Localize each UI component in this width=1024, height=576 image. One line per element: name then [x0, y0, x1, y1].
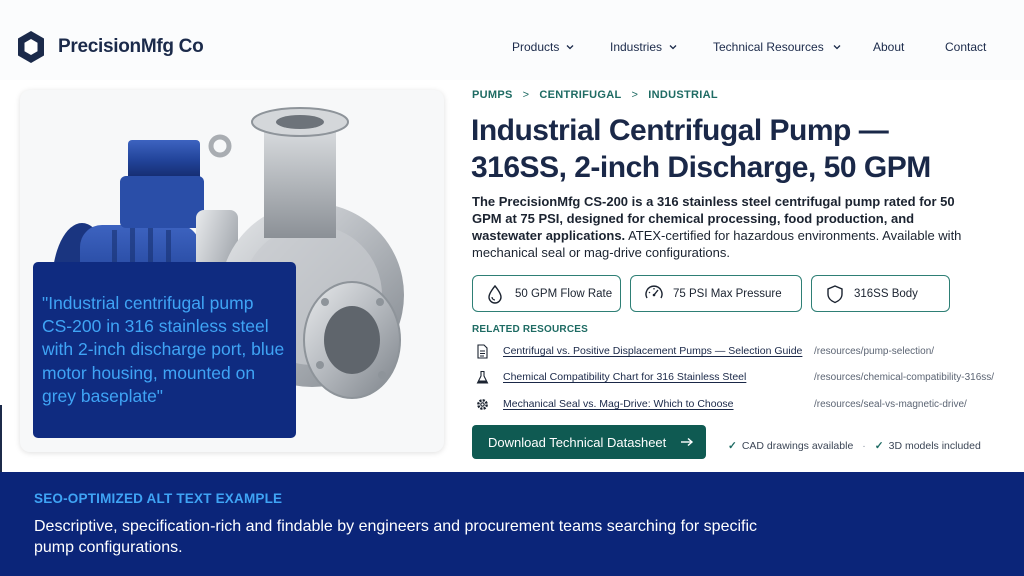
availability-separator: ·	[862, 440, 866, 452]
breadcrumb-separator: >	[631, 89, 639, 101]
resource-link-chemical-compatibility[interactable]: Chemical Compatibility Chart for 316 Sta…	[503, 371, 746, 383]
main-nav: Products Industries Technical Resources …	[0, 40, 1024, 56]
availability-3d: 3D models included	[888, 440, 981, 452]
resource-link-seal-vs-mag-drive[interactable]: Mechanical Seal vs. Mag-Drive: Which to …	[503, 398, 734, 410]
nav-technical-resources-label: Technical Resources	[713, 40, 824, 54]
gear-icon	[477, 399, 488, 410]
product-description: The PrecisionMfg CS-200 is a 316 stainle…	[472, 193, 972, 261]
gauge-icon	[645, 285, 663, 298]
divider	[0, 405, 2, 472]
title-line-2: 316SS, 2-inch Discharge, 50 GPM	[471, 151, 931, 184]
availability-cad: CAD drawings available	[741, 440, 854, 452]
spec-flow-rate: 50 GPM Flow Rate	[472, 275, 621, 312]
spec-body-material-label: 316SS Body	[854, 287, 918, 300]
nav-about[interactable]: About	[873, 40, 904, 54]
title-line-1: Industrial Centrifugal Pump —	[471, 114, 889, 147]
page-title: Industrial Centrifugal Pump — 316SS, 2-i…	[471, 112, 1011, 186]
spec-body-material: 316SS Body	[811, 275, 950, 312]
nav-industries-label: Industries	[610, 40, 663, 54]
resource-item: Mechanical Seal vs. Mag-Drive: Which to …	[472, 396, 1012, 414]
shield-icon	[827, 284, 843, 303]
arrow-right-icon	[681, 437, 694, 447]
breadcrumb: PUMPS > CENTRIFUGAL > INDUSTRIAL	[472, 89, 718, 101]
availability-notes: ✓ CAD drawings available · ✓ 3D models i…	[728, 440, 981, 452]
nav-industries[interactable]: Industries	[610, 40, 677, 54]
nav-contact[interactable]: Contact	[945, 40, 986, 54]
nav-contact-label: Contact	[945, 40, 987, 54]
nav-products-label: Products	[512, 40, 560, 54]
site-header: PrecisionMfg Co Products Industries Tech…	[0, 0, 1024, 80]
spec-flow-rate-label: 50 GPM Flow Rate	[515, 287, 613, 300]
check-icon: ✓	[728, 440, 737, 452]
breadcrumb-centrifugal[interactable]: CENTRIFUGAL	[539, 89, 621, 101]
document-icon	[477, 344, 488, 359]
download-datasheet-button[interactable]: Download Technical Datasheet	[472, 425, 706, 459]
info-banner: SEO-OPTIMIZED ALT TEXT EXAMPLE Descripti…	[0, 472, 1024, 576]
nav-products[interactable]: Products	[512, 40, 574, 54]
resource-path: /resources/chemical-compatibility-316ss/	[814, 372, 995, 383]
droplet-icon	[488, 284, 502, 304]
resource-item: Centrifugal vs. Positive Displacement Pu…	[472, 343, 1012, 361]
resource-link-pump-selection[interactable]: Centrifugal vs. Positive Displacement Pu…	[503, 345, 802, 357]
banner-title: SEO-OPTIMIZED ALT TEXT EXAMPLE	[34, 491, 283, 506]
resource-path: /resources/seal-vs-magnetic-drive/	[814, 399, 967, 410]
spec-max-pressure-label: 75 PSI Max Pressure	[673, 287, 782, 300]
chevron-down-icon	[833, 45, 841, 50]
alt-text-overlay: "Industrial centrifugal pump CS-200 in 3…	[33, 262, 296, 438]
flask-icon	[476, 370, 489, 384]
nav-technical-resources[interactable]: Technical Resources	[713, 40, 841, 54]
related-resources-heading: RELATED RESOURCES	[472, 324, 589, 335]
resource-path: /resources/pump-selection/	[814, 346, 935, 357]
download-datasheet-label: Download Technical Datasheet	[488, 434, 667, 450]
resource-item: Chemical Compatibility Chart for 316 Sta…	[472, 369, 1012, 387]
chevron-down-icon	[566, 45, 574, 50]
chevron-down-icon	[669, 45, 677, 50]
nav-about-label: About	[873, 40, 905, 54]
alt-text-example: "Industrial centrifugal pump CS-200 in 3…	[42, 293, 285, 406]
spec-max-pressure: 75 PSI Max Pressure	[630, 275, 802, 312]
breadcrumb-separator: >	[522, 89, 530, 101]
banner-text: Descriptive, specification-rich and find…	[34, 518, 758, 556]
breadcrumb-industrial[interactable]: INDUSTRIAL	[648, 89, 718, 101]
breadcrumb-pumps[interactable]: PUMPS	[472, 89, 513, 101]
check-icon: ✓	[874, 440, 884, 452]
